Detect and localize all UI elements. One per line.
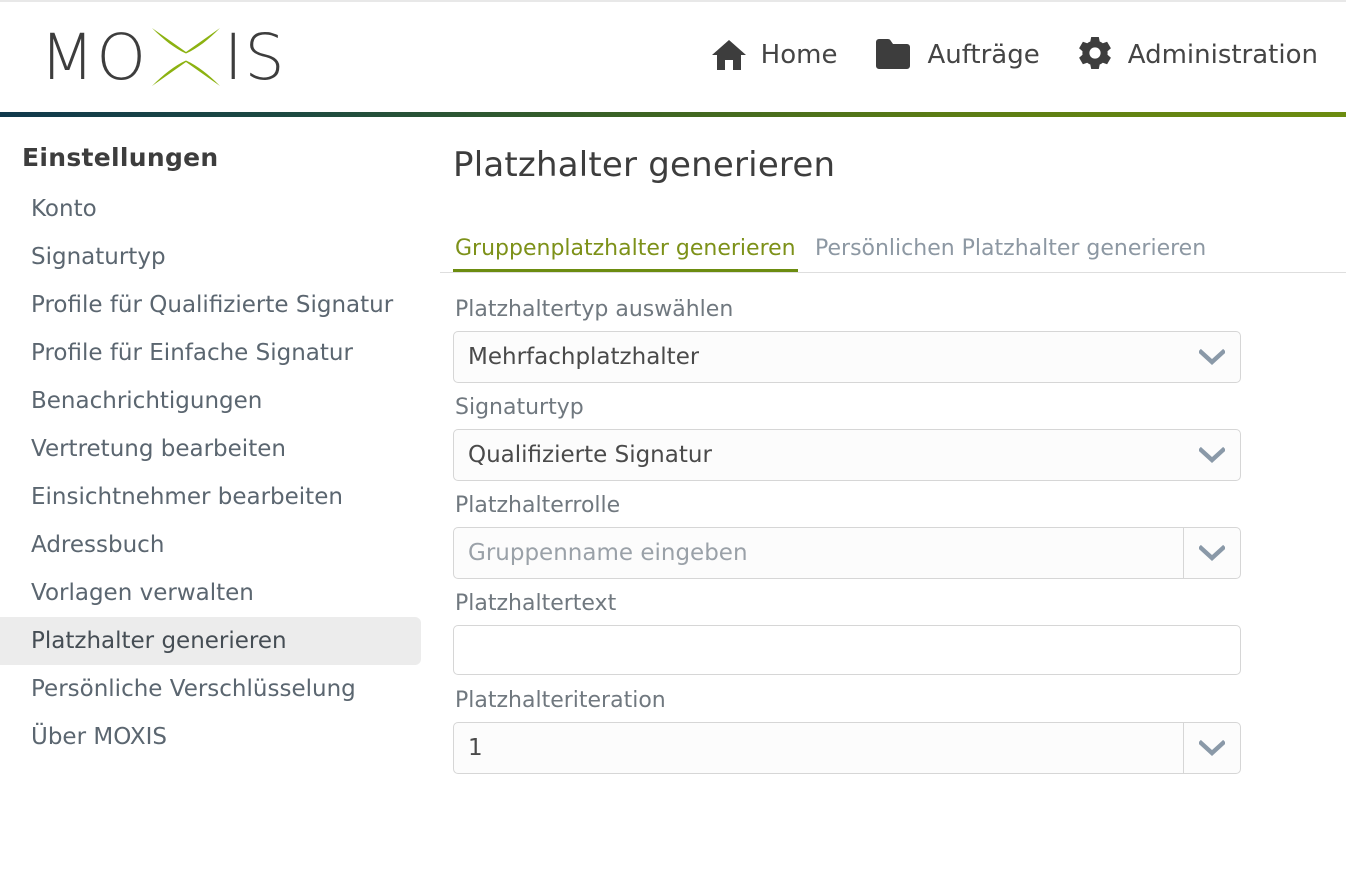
sidebar-item-ueber-moxis[interactable]: Über MOXIS bbox=[0, 713, 421, 761]
moxis-logo[interactable]: MO IS bbox=[40, 26, 287, 88]
sidebar-item-konto[interactable]: Konto bbox=[0, 185, 421, 233]
input-platzhaltertext[interactable] bbox=[453, 625, 1241, 675]
page-title: Platzhalter generieren bbox=[453, 145, 835, 185]
sidebar-item-label: Konto bbox=[31, 198, 97, 221]
app-header: MO IS Home Au bbox=[0, 2, 1346, 109]
field-label-platzhalteriteration: Platzhalteriteration bbox=[453, 690, 1253, 722]
field-platzhalterrolle: Platzhalterrolle Gruppenname eingeben bbox=[453, 495, 1253, 579]
chevron-down-icon[interactable] bbox=[1183, 723, 1240, 773]
field-label-platzhaltertyp: Platzhaltertyp auswählen bbox=[453, 299, 1253, 331]
tab-gruppenplatzhalter-generieren[interactable]: Gruppenplatzhalter generieren bbox=[453, 238, 798, 272]
sidebar-item-adressbuch[interactable]: Adressbuch bbox=[0, 521, 421, 569]
sidebar-item-benachrichtigungen[interactable]: Benachrichtigungen bbox=[0, 377, 421, 425]
field-label-platzhaltertext: Platzhaltertext bbox=[453, 593, 1253, 625]
field-label-signaturtyp: Signaturtyp bbox=[453, 397, 1253, 429]
logo-letters-right: IS bbox=[224, 26, 287, 89]
sidebar-item-persoenliche-verschluesselung[interactable]: Persönliche Verschlüsselung bbox=[0, 665, 421, 713]
sidebar-item-profile-qualifizierte-signatur[interactable]: Profile für Qualifizierte Signatur bbox=[0, 281, 421, 329]
chevron-down-icon[interactable] bbox=[1184, 332, 1240, 382]
logo-wordmark: MO IS bbox=[40, 26, 287, 89]
field-platzhaltertext: Platzhaltertext bbox=[453, 593, 1253, 675]
main-content: Platzhalter generieren Gruppenplatzhalte… bbox=[440, 117, 1346, 887]
nav-item-home-label: Home bbox=[761, 40, 838, 70]
sidebar-item-label: Profile für Einfache Signatur bbox=[31, 342, 353, 365]
combobox-platzhalterrolle-value: Gruppenname eingeben bbox=[454, 542, 748, 565]
sidebar-item-vertretung-bearbeiten[interactable]: Vertretung bearbeiten bbox=[0, 425, 421, 473]
tab-bar: Gruppenplatzhalter generieren Persönlich… bbox=[440, 225, 1346, 273]
select-platzhaltertyp-value: Mehrfachplatzhalter bbox=[454, 346, 699, 369]
moxis-x-icon bbox=[150, 26, 222, 88]
sidebar-item-platzhalter-generieren[interactable]: Platzhalter generieren bbox=[0, 617, 421, 665]
field-label-platzhalterrolle: Platzhalterrolle bbox=[453, 495, 1253, 527]
field-platzhalteriteration: Platzhalteriteration 1 bbox=[453, 690, 1253, 774]
sidebar-item-label: Über MOXIS bbox=[31, 726, 167, 749]
sidebar-item-vorlagen-verwalten[interactable]: Vorlagen verwalten bbox=[0, 569, 421, 617]
chevron-down-icon[interactable] bbox=[1184, 430, 1240, 480]
tab-label: Persönlichen Platzhalter generieren bbox=[815, 236, 1206, 261]
placeholder-form: Platzhaltertyp auswählen Mehrfachplatzha… bbox=[453, 299, 1253, 774]
nav-item-auftraege-label: Aufträge bbox=[927, 40, 1039, 70]
field-signaturtyp: Signaturtyp Qualifizierte Signatur bbox=[453, 397, 1253, 481]
sidebar-item-label: Signaturtyp bbox=[31, 246, 166, 269]
logo-letters-left: MO bbox=[40, 26, 148, 89]
sidebar-item-label: Benachrichtigungen bbox=[31, 390, 262, 413]
field-platzhaltertyp: Platzhaltertyp auswählen Mehrfachplatzha… bbox=[453, 299, 1253, 383]
combobox-platzhalterrolle[interactable]: Gruppenname eingeben bbox=[453, 527, 1241, 579]
nav-item-home[interactable]: Home bbox=[693, 34, 856, 76]
sidebar-item-label: Einsichtnehmer bearbeiten bbox=[31, 486, 343, 509]
select-platzhalteriteration-value: 1 bbox=[454, 737, 483, 760]
folder-icon bbox=[873, 39, 913, 71]
sidebar-item-profile-einfache-signatur[interactable]: Profile für Einfache Signatur bbox=[0, 329, 421, 377]
sidebar-item-label: Vorlagen verwalten bbox=[31, 582, 254, 605]
gear-icon bbox=[1076, 36, 1114, 74]
select-signaturtyp[interactable]: Qualifizierte Signatur bbox=[453, 429, 1241, 481]
sidebar-item-label: Persönliche Verschlüsselung bbox=[31, 678, 356, 701]
home-icon bbox=[711, 38, 747, 72]
nav-item-administration[interactable]: Administration bbox=[1058, 32, 1336, 78]
sidebar-list: Konto Signaturtyp Profile für Qualifizie… bbox=[0, 185, 440, 761]
select-platzhalteriteration[interactable]: 1 bbox=[453, 722, 1241, 774]
settings-sidebar: Einstellungen Konto Signaturtyp Profile … bbox=[0, 117, 440, 887]
select-platzhaltertyp[interactable]: Mehrfachplatzhalter bbox=[453, 331, 1241, 383]
sidebar-item-label: Adressbuch bbox=[31, 534, 164, 557]
header-navigation: Home Aufträge Administration bbox=[693, 32, 1336, 78]
nav-item-administration-label: Administration bbox=[1128, 40, 1318, 70]
select-signaturtyp-value: Qualifizierte Signatur bbox=[454, 444, 712, 467]
sidebar-item-label: Platzhalter generieren bbox=[31, 630, 287, 653]
sidebar-item-label: Profile für Qualifizierte Signatur bbox=[31, 294, 393, 317]
sidebar-item-signaturtyp[interactable]: Signaturtyp bbox=[0, 233, 421, 281]
tab-persoenlichen-platzhalter-generieren[interactable]: Persönlichen Platzhalter generieren bbox=[813, 238, 1208, 272]
sidebar-title: Einstellungen bbox=[22, 143, 219, 172]
sidebar-item-einsichtnehmer-bearbeiten[interactable]: Einsichtnehmer bearbeiten bbox=[0, 473, 421, 521]
tab-label: Gruppenplatzhalter generieren bbox=[455, 236, 796, 261]
sidebar-item-label: Vertretung bearbeiten bbox=[31, 438, 286, 461]
chevron-down-icon[interactable] bbox=[1183, 528, 1240, 578]
nav-item-auftraege[interactable]: Aufträge bbox=[855, 35, 1057, 75]
